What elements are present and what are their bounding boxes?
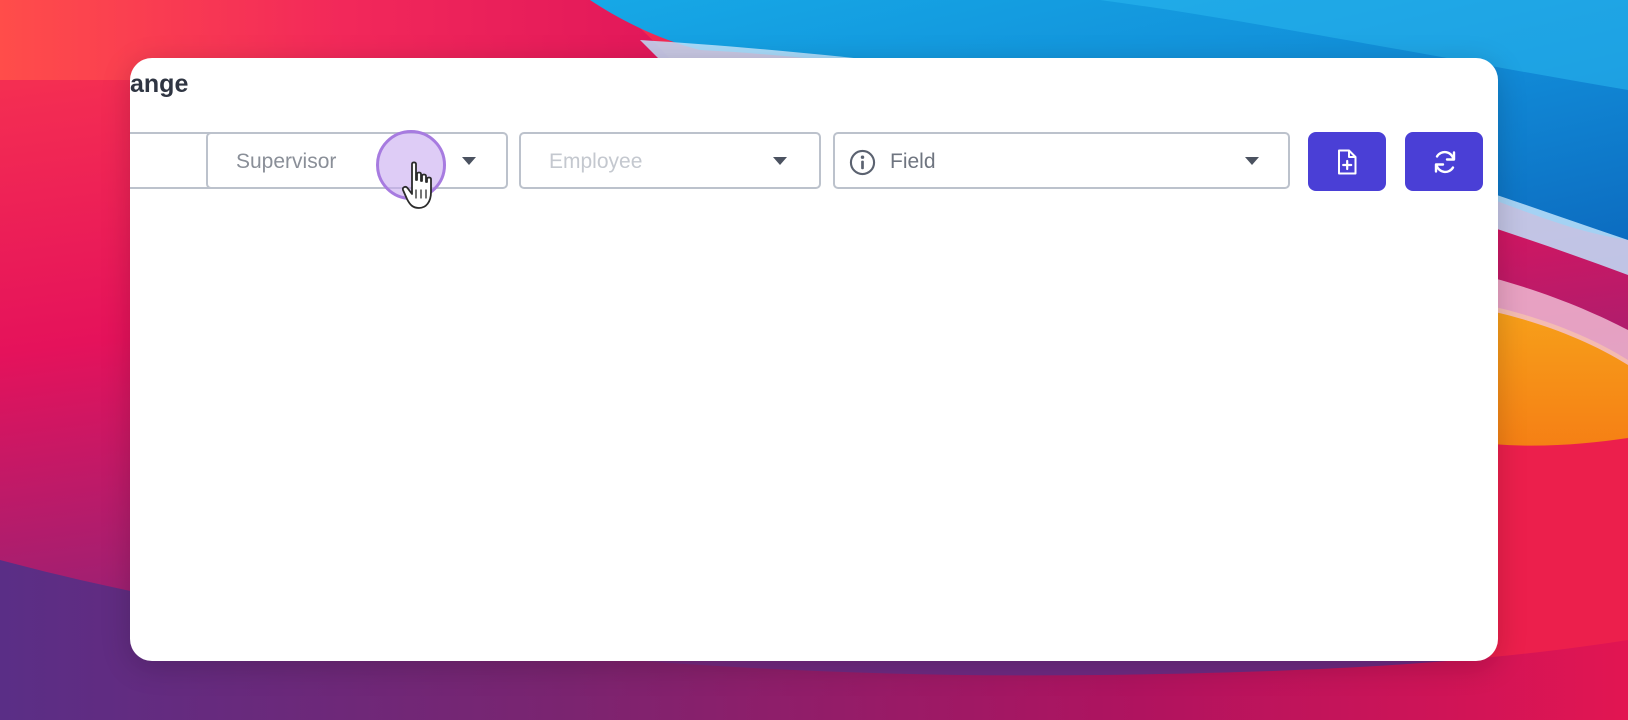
field-placeholder: Field bbox=[890, 150, 936, 173]
report-window: ange Supervisor Employee Field bbox=[130, 58, 1498, 661]
hand-cursor-icon bbox=[401, 161, 432, 209]
supervisor-placeholder: Supervisor bbox=[236, 150, 337, 173]
info-icon bbox=[849, 149, 876, 176]
chevron-down-icon bbox=[773, 157, 787, 165]
chevron-down-icon bbox=[462, 157, 476, 165]
refresh-icon bbox=[1434, 150, 1456, 174]
refresh-button[interactable] bbox=[1405, 132, 1483, 191]
supervisor-select[interactable]: Supervisor bbox=[206, 132, 508, 189]
field-select[interactable]: Field bbox=[833, 132, 1290, 189]
file-plus-icon bbox=[1338, 149, 1357, 175]
chevron-down-icon bbox=[1245, 157, 1259, 165]
page-title: ange bbox=[130, 70, 189, 98]
employee-select[interactable]: Employee bbox=[519, 132, 821, 189]
employee-placeholder: Employee bbox=[549, 150, 643, 173]
export-file-button[interactable] bbox=[1308, 132, 1386, 191]
